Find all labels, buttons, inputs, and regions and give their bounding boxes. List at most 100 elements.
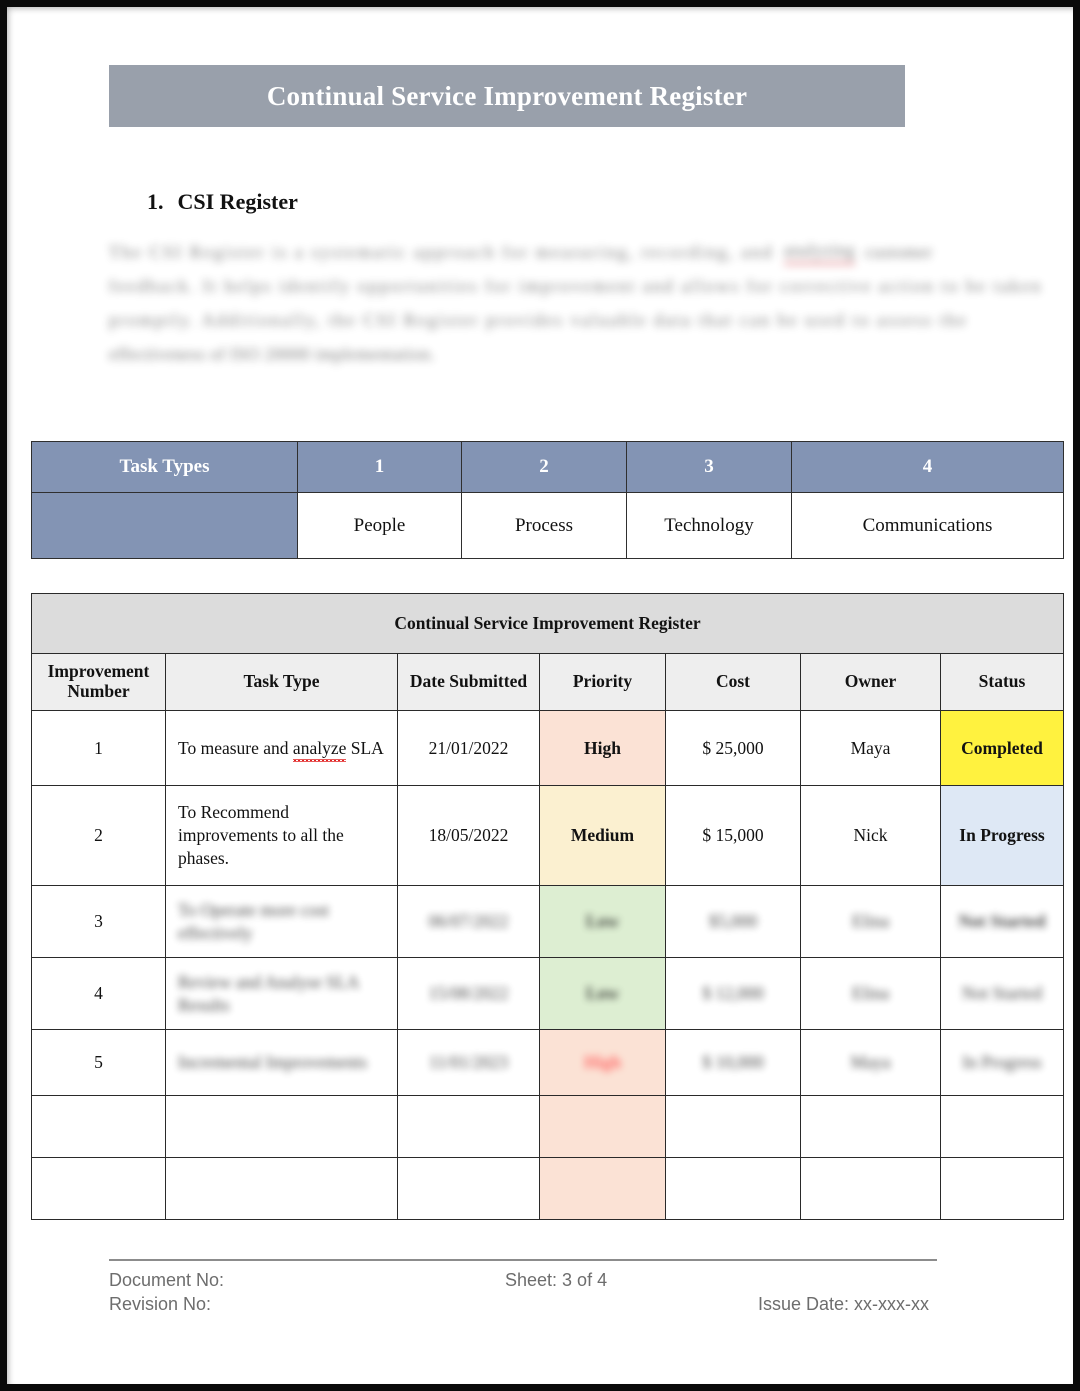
cell-priority xyxy=(539,1095,666,1158)
cell-priority: Medium xyxy=(539,785,666,886)
task-type-misspelled-word: analyze xyxy=(292,737,347,762)
task-type-value-4: Communications xyxy=(791,492,1064,559)
paragraph-line-text: promptly. Additionally, the CSI Register… xyxy=(109,309,968,330)
cell-priority: Low xyxy=(585,983,620,1003)
cell-cost: $ 25,000 xyxy=(665,710,801,786)
cell-priority: High xyxy=(539,710,666,786)
footer-issue-date: Issue Date: xx-xxx-xx xyxy=(757,1294,929,1314)
table-row: 1 To measure and analyze SLA 21/01/2022 … xyxy=(31,710,1064,786)
paragraph-line: The CSI Register is a systematic approac… xyxy=(109,235,935,269)
cell-owner: Maya xyxy=(850,1052,891,1072)
cell-owner: Elina xyxy=(852,911,889,931)
task-type-index-1: 1 xyxy=(297,441,462,493)
page-canvas: Continual Service Improvement Register 1… xyxy=(7,7,1073,1384)
cell-cost: $5,000 xyxy=(708,911,758,931)
register-title-row: Continual Service Improvement Register xyxy=(31,593,1064,654)
cell-task-type xyxy=(165,1157,398,1220)
section-number: 1. xyxy=(147,189,164,214)
table-row xyxy=(31,1157,1064,1220)
cell-priority xyxy=(539,1157,666,1220)
cell-cost: $ 12,000 xyxy=(702,983,764,1003)
cell-date-submitted: 15/08/2022 xyxy=(428,983,509,1003)
cell-improvement-number: 1 xyxy=(31,710,166,786)
cell-cost: $ 10,000 xyxy=(702,1052,764,1072)
task-types-table: Task Types 1 2 3 4 People Process Techno… xyxy=(31,441,1064,559)
section-heading: 1. CSI Register xyxy=(147,189,298,215)
cell-date-submitted: 18/05/2022 xyxy=(397,785,540,886)
column-header-priority: Priority xyxy=(539,653,666,711)
paragraph-trailing-word: customer xyxy=(865,241,933,262)
cell-status xyxy=(940,1157,1064,1220)
cell-date-submitted: 21/01/2022 xyxy=(397,710,540,786)
cell-date-submitted xyxy=(397,1095,540,1158)
task-type-value-2: Process xyxy=(461,492,627,559)
cell-status xyxy=(940,1095,1064,1158)
task-type-index-4: 4 xyxy=(791,441,1064,493)
task-types-header-row: Task Types 1 2 3 4 xyxy=(31,441,1064,493)
cell-cost: $ 15,000 xyxy=(665,785,801,886)
page-footer: Document No: Sheet: 3 of 4 Revision No: … xyxy=(109,1259,937,1318)
section-title: CSI Register xyxy=(177,189,298,214)
footer-row-bottom: Revision No: Issue Date: xx-xxx-xx xyxy=(109,1294,937,1318)
table-row: 2 To Recommend improvements to all the p… xyxy=(31,785,1064,886)
cell-owner xyxy=(800,1157,941,1220)
cell-improvement-number: 3 xyxy=(31,885,166,958)
table-row: 5 Incremental Improvements 11/01/2023 Hi… xyxy=(31,1029,1064,1096)
cell-priority: High xyxy=(584,1052,621,1072)
cell-status: In Progress xyxy=(940,785,1064,886)
task-type-value-3: Technology xyxy=(626,492,792,559)
column-header-improvement-number: Improvement Number xyxy=(31,653,166,711)
cell-date-submitted: 11/01/2023 xyxy=(428,1052,509,1072)
table-row xyxy=(31,1095,1064,1158)
paragraph-line: effectiveness of ISO 20000 implementatio… xyxy=(109,337,935,371)
task-type-index-3: 3 xyxy=(626,441,792,493)
document-title-banner: Continual Service Improvement Register xyxy=(109,65,905,127)
cell-improvement-number: 5 xyxy=(31,1029,166,1096)
task-type-value-1: People xyxy=(297,492,462,559)
cell-date-submitted: 06/07/2022 xyxy=(428,911,509,931)
cell-task-type: To measure and analyze SLA xyxy=(165,710,398,786)
footer-revision-no: Revision No: xyxy=(109,1294,212,1314)
cell-task-type: Review and Analyse SLA Results xyxy=(178,971,359,1015)
cell-improvement-number: 4 xyxy=(31,957,166,1030)
paragraph-misspelled-word: analyzing xyxy=(783,240,856,265)
paragraph-line-text: effectiveness of ISO 20000 implementatio… xyxy=(109,343,436,364)
csi-register-table: Continual Service Improvement Register I… xyxy=(31,593,1064,1220)
cell-task-type xyxy=(165,1095,398,1158)
paragraph-line: feedback. It helps identify opportunitie… xyxy=(109,269,1040,303)
table-row: 3 To Operate more cost effectively 06/07… xyxy=(31,885,1064,958)
footer-sheet-number: Sheet: 3 of 4 xyxy=(505,1270,608,1290)
column-header-status: Status xyxy=(940,653,1064,711)
task-types-value-row: People Process Technology Communications xyxy=(31,492,1064,559)
cell-priority: Low xyxy=(585,911,620,931)
cell-task-type: Incremental Improvements xyxy=(178,1052,368,1073)
cell-status: Not Started xyxy=(961,983,1043,1003)
register-title: Continual Service Improvement Register xyxy=(31,593,1064,654)
page-frame: Continual Service Improvement Register 1… xyxy=(0,0,1080,1391)
footer-row-top: Document No: Sheet: 3 of 4 xyxy=(109,1270,937,1294)
register-header-row: Improvement Number Task Type Date Submit… xyxy=(31,653,1064,711)
cell-status: Not Started xyxy=(958,911,1046,931)
task-type-text-part: SLA xyxy=(346,737,384,758)
paragraph-line: promptly. Additionally, the CSI Register… xyxy=(109,303,966,337)
cell-date-submitted xyxy=(397,1157,540,1220)
task-types-label: Task Types xyxy=(31,441,298,493)
cell-task-type: To Recommend improvements to all the pha… xyxy=(165,785,398,886)
task-type-index-2: 2 xyxy=(461,441,627,493)
table-row: 4 Review and Analyse SLA Results 15/08/2… xyxy=(31,957,1064,1030)
task-type-text-part: To measure and xyxy=(178,737,293,758)
document-title: Continual Service Improvement Register xyxy=(266,80,748,111)
paragraph-line-text: The CSI Register is a systematic approac… xyxy=(109,241,774,262)
intro-paragraph: The CSI Register is a systematic approac… xyxy=(109,235,1040,371)
cell-cost xyxy=(665,1157,801,1220)
cell-owner: Elina xyxy=(852,983,889,1003)
cell-improvement-number: 2 xyxy=(31,785,166,886)
cell-task-type: To Operate more cost effectively xyxy=(178,899,329,943)
paragraph-line-text: feedback. It helps identify opportunitie… xyxy=(109,275,1043,296)
column-header-date-submitted: Date Submitted xyxy=(397,653,540,711)
cell-cost xyxy=(665,1095,801,1158)
cell-status: Completed xyxy=(940,710,1064,786)
cell-owner xyxy=(800,1095,941,1158)
column-header-owner: Owner xyxy=(800,653,941,711)
task-types-empty-cell xyxy=(31,492,298,559)
